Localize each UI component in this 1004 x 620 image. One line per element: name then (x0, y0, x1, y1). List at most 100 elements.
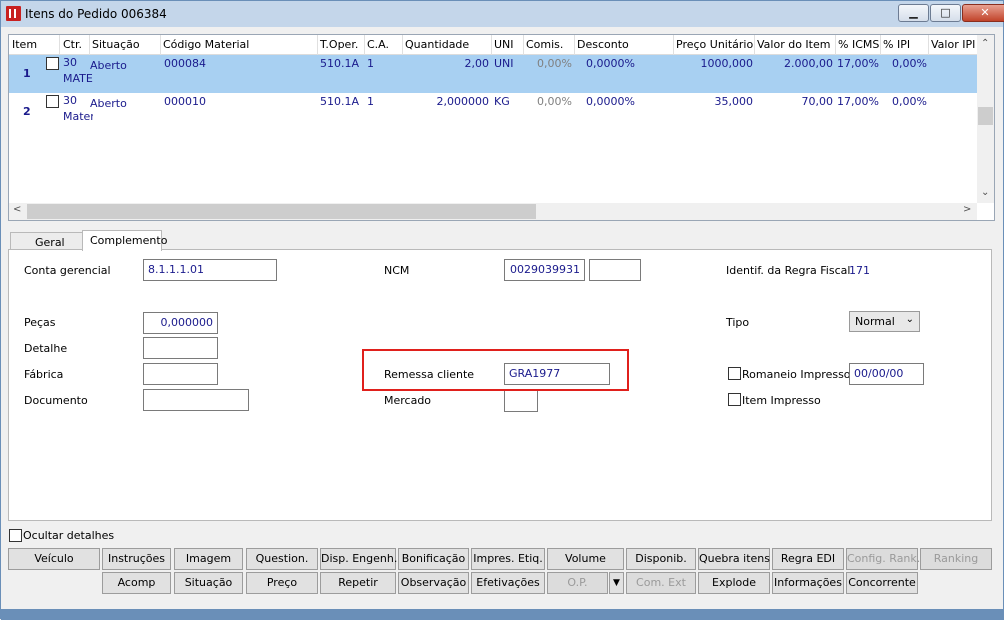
table-row[interactable]: 1 30 MATE Aberto 000084 510.1A 1 2,00 UNI… (9, 55, 977, 93)
row-ipi: 0,00% (892, 57, 927, 70)
scroll-thumb[interactable] (27, 204, 536, 219)
romaneio-label: Romaneio Impresso (742, 368, 851, 381)
ncm-extra-field[interactable] (589, 259, 641, 281)
preco-button[interactable]: Preço (246, 572, 318, 594)
row-preco: 35,000 (714, 95, 754, 108)
instrucoes-button[interactable]: Instruções (102, 548, 171, 570)
concorrente-button[interactable]: Concorrente (846, 572, 918, 594)
ranking-button[interactable]: Ranking (920, 548, 992, 570)
col-ca[interactable]: C.A. (367, 38, 389, 51)
close-button[interactable]: ✕ (962, 4, 1004, 22)
regra-value: 171 (849, 264, 870, 277)
com-ext-button[interactable]: Com. Ext (626, 572, 696, 594)
horizontal-scrollbar[interactable]: < > (9, 203, 977, 220)
col-icms[interactable]: % ICMS (838, 38, 879, 51)
col-divider (928, 35, 929, 55)
scroll-up-icon[interactable]: ⌃ (981, 38, 989, 49)
window-bottom-border (1, 609, 1004, 620)
table-row[interactable]: 2 30 Mater Aberto 000010 510.1A 1 2,00000… (9, 93, 977, 131)
window-title: Itens do Pedido 006384 (25, 7, 167, 21)
row-checkbox[interactable] (46, 57, 59, 70)
row-ctr: 30 MATE (63, 56, 93, 85)
situacao-button[interactable]: Situação (174, 572, 243, 594)
observacao-button[interactable]: Observação (398, 572, 469, 594)
row-ca: 1 (367, 95, 374, 108)
col-divider (402, 35, 403, 55)
disp-engenh-button[interactable]: Disp. Engenh. (320, 548, 397, 570)
col-valor-ipi[interactable]: Valor IPI (931, 38, 975, 51)
col-toper[interactable]: T.Oper. (320, 38, 358, 51)
ncm-field[interactable]: 0029039931 (504, 259, 585, 281)
item-impresso-label: Item Impresso (742, 394, 821, 407)
row-ctr: 30 Mater (63, 94, 93, 123)
config-rank-button[interactable]: Config. Rank. (846, 548, 920, 570)
conta-field[interactable]: 8.1.1.1.01 (143, 259, 277, 281)
tipo-select[interactable]: Normal ⌄ (849, 311, 920, 332)
mercado-label: Mercado (384, 394, 432, 407)
scroll-thumb[interactable] (978, 107, 993, 125)
bonificacao-button[interactable]: Bonificação (398, 548, 469, 570)
col-ipi[interactable]: % IPI (883, 38, 910, 51)
col-codigo[interactable]: Código Material (163, 38, 249, 51)
row-comis: 0,00% (537, 57, 572, 70)
title-bar: Itens do Pedido 006384 ▁ □ ✕ (1, 1, 1004, 27)
col-valor[interactable]: Valor do Item (757, 38, 830, 51)
col-situacao[interactable]: Situação (92, 38, 140, 51)
quebra-itens-button[interactable]: Quebra itens (698, 548, 770, 570)
col-ctr[interactable]: Ctr. (63, 38, 82, 51)
scroll-down-icon[interactable]: ⌄ (981, 187, 989, 198)
tab-complemento[interactable]: Complemento (82, 230, 167, 251)
efetivacoes-button[interactable]: Efetivações (471, 572, 545, 594)
veiculo-button[interactable]: Veículo (8, 548, 100, 570)
row-icms: 17,00% (837, 95, 879, 108)
acomp-button[interactable]: Acomp (102, 572, 171, 594)
fabrica-field[interactable] (143, 363, 218, 385)
documento-label: Documento (24, 394, 88, 407)
impres-etiq-button[interactable]: Impres. Etiq. (471, 548, 545, 570)
row-checkbox[interactable] (46, 95, 59, 108)
op-dropdown-icon[interactable]: ▼ (609, 572, 624, 594)
col-item[interactable]: Item (12, 38, 37, 51)
col-quantidade[interactable]: Quantidade (405, 38, 469, 51)
pecas-field[interactable]: 0,000000 (143, 312, 218, 334)
volume-button[interactable]: Volume (547, 548, 624, 570)
fabrica-label: Fábrica (24, 368, 64, 381)
col-divider (89, 35, 90, 55)
question-button[interactable]: Question. (246, 548, 318, 570)
regra-label: Identif. da Regra Fiscal (726, 264, 851, 277)
op-button[interactable]: O.P. (547, 572, 608, 594)
row-codigo: 000084 (164, 57, 206, 70)
items-grid[interactable]: Item Ctr. Situação Código Material T.Ope… (8, 34, 995, 221)
imagem-button[interactable]: Imagem (174, 548, 243, 570)
vertical-scrollbar[interactable]: ⌃ ⌄ (977, 35, 994, 203)
scroll-right-icon[interactable]: > (963, 204, 971, 215)
item-impresso-checkbox[interactable] (728, 393, 741, 406)
col-comis[interactable]: Comis. (526, 38, 563, 51)
disponib-button[interactable]: Disponib. (626, 548, 696, 570)
col-preco[interactable]: Preço Unitário (676, 38, 753, 51)
tipo-select-value: Normal (855, 315, 895, 328)
col-divider (835, 35, 836, 55)
row-codigo: 000010 (164, 95, 206, 108)
romaneio-date-field[interactable]: 00/00/00 (849, 363, 924, 385)
app-icon (6, 6, 21, 21)
maximize-button[interactable]: □ (930, 4, 961, 22)
row-item: 2 (23, 105, 31, 118)
row-valor: 2.000,00 (784, 57, 833, 70)
repetir-button[interactable]: Repetir (320, 572, 396, 594)
informacoes-button[interactable]: Informações (772, 572, 844, 594)
mercado-field[interactable] (504, 390, 538, 412)
col-uni[interactable]: UNI (494, 38, 514, 51)
ocultar-checkbox[interactable] (9, 529, 22, 542)
col-desconto[interactable]: Desconto (577, 38, 629, 51)
col-divider (160, 35, 161, 55)
documento-field[interactable] (143, 389, 249, 411)
minimize-button[interactable]: ▁ (898, 4, 929, 22)
grid-header: Item Ctr. Situação Código Material T.Ope… (9, 35, 977, 55)
detalhe-field[interactable] (143, 337, 218, 359)
scroll-left-icon[interactable]: < (13, 204, 21, 215)
regra-edi-button[interactable]: Regra EDI (772, 548, 844, 570)
explode-button[interactable]: Explode (698, 572, 770, 594)
romaneio-checkbox[interactable] (728, 367, 741, 380)
col-divider (364, 35, 365, 55)
